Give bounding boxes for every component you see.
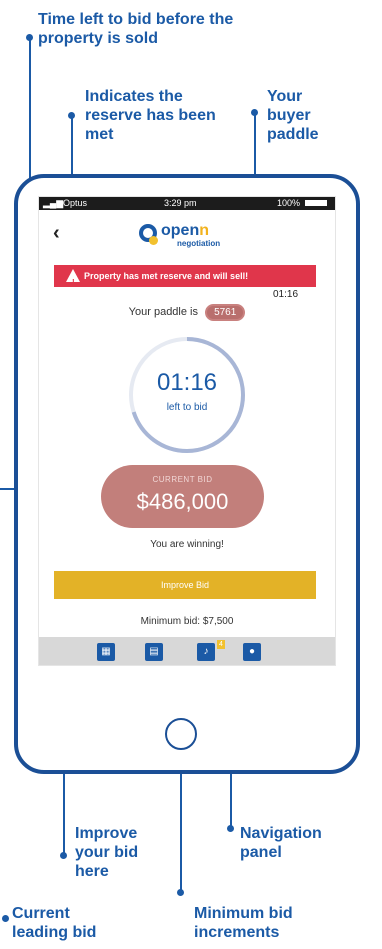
reserve-met-banner: ! Property has met reserve and will sell… — [54, 265, 316, 287]
status-bar: ▂▄▆ Optus 3:29 pm 100% — [39, 197, 335, 210]
logo-prefix: open — [161, 222, 200, 239]
leader-dot-improve — [60, 852, 67, 859]
annotation-paddle: Your buyer paddle — [267, 88, 319, 143]
carrier-label: Optus — [63, 198, 88, 208]
app-header: ‹ openn negotiation — [39, 210, 335, 258]
annotation-improve: Improve your bid here — [75, 825, 139, 880]
paddle-number-badge: 5761 — [205, 304, 246, 321]
current-bid-pill: CURRENT BID $486,000 — [101, 465, 264, 528]
current-bid-label: CURRENT BID — [152, 475, 213, 484]
logo-subtitle: negotiation — [177, 239, 221, 248]
listing-icon[interactable]: ▤ — [145, 643, 163, 661]
annotation-navigation: Navigation panel — [240, 825, 322, 861]
logo-drop-icon — [149, 236, 158, 245]
bell-icon[interactable]: ♪ — [197, 643, 215, 661]
battery-label: 100% — [277, 198, 301, 208]
annotation-reserve: Indicates the reserve has been met — [85, 88, 216, 143]
annotation-time-left: Time left to bid before the property is … — [38, 11, 234, 47]
navigation-panel: ▦ ▤ ♪ 4 ● — [39, 637, 335, 665]
clock: 3:29 pm — [164, 198, 197, 208]
annotation-min-increments: Minimum bid increments — [194, 905, 293, 941]
paddle-label: Your paddle is — [128, 306, 198, 318]
minimum-bid-text: Minimum bid: $7,500 — [140, 616, 234, 627]
notification-badge: 4 — [217, 640, 225, 649]
banner-timer: 01:16 — [273, 289, 299, 300]
banner-text: Property has met reserve and will sell! — [84, 271, 249, 281]
current-bid-amount: $486,000 — [136, 489, 229, 514]
improve-bid-button[interactable]: Improve Bid — [54, 571, 316, 599]
logo-suffix: n — [199, 222, 209, 239]
bid-status-message: You are winning! — [150, 539, 224, 550]
battery-icon — [305, 200, 327, 206]
home-button[interactable] — [165, 718, 197, 750]
leader-dot-minbid — [177, 889, 184, 896]
warning-icon: ! — [66, 269, 80, 287]
annotation-current-bid: Current leading bid — [12, 905, 97, 941]
countdown-time: 01:16 — [156, 369, 218, 396]
app-screen: ▂▄▆ Optus 3:29 pm 100% ‹ openn negotiati… — [38, 196, 336, 666]
grid-icon[interactable]: ▦ — [97, 643, 115, 661]
paddle-row: Your paddle is 5761 — [39, 304, 335, 321]
back-button[interactable]: ‹ — [53, 222, 60, 245]
leader-dot-current-bid — [2, 915, 9, 922]
signal-icon: ▂▄▆ — [43, 198, 64, 208]
profile-icon[interactable]: ● — [243, 643, 261, 661]
countdown-label: left to bid — [166, 402, 208, 413]
leader-dot-nav — [227, 825, 234, 832]
